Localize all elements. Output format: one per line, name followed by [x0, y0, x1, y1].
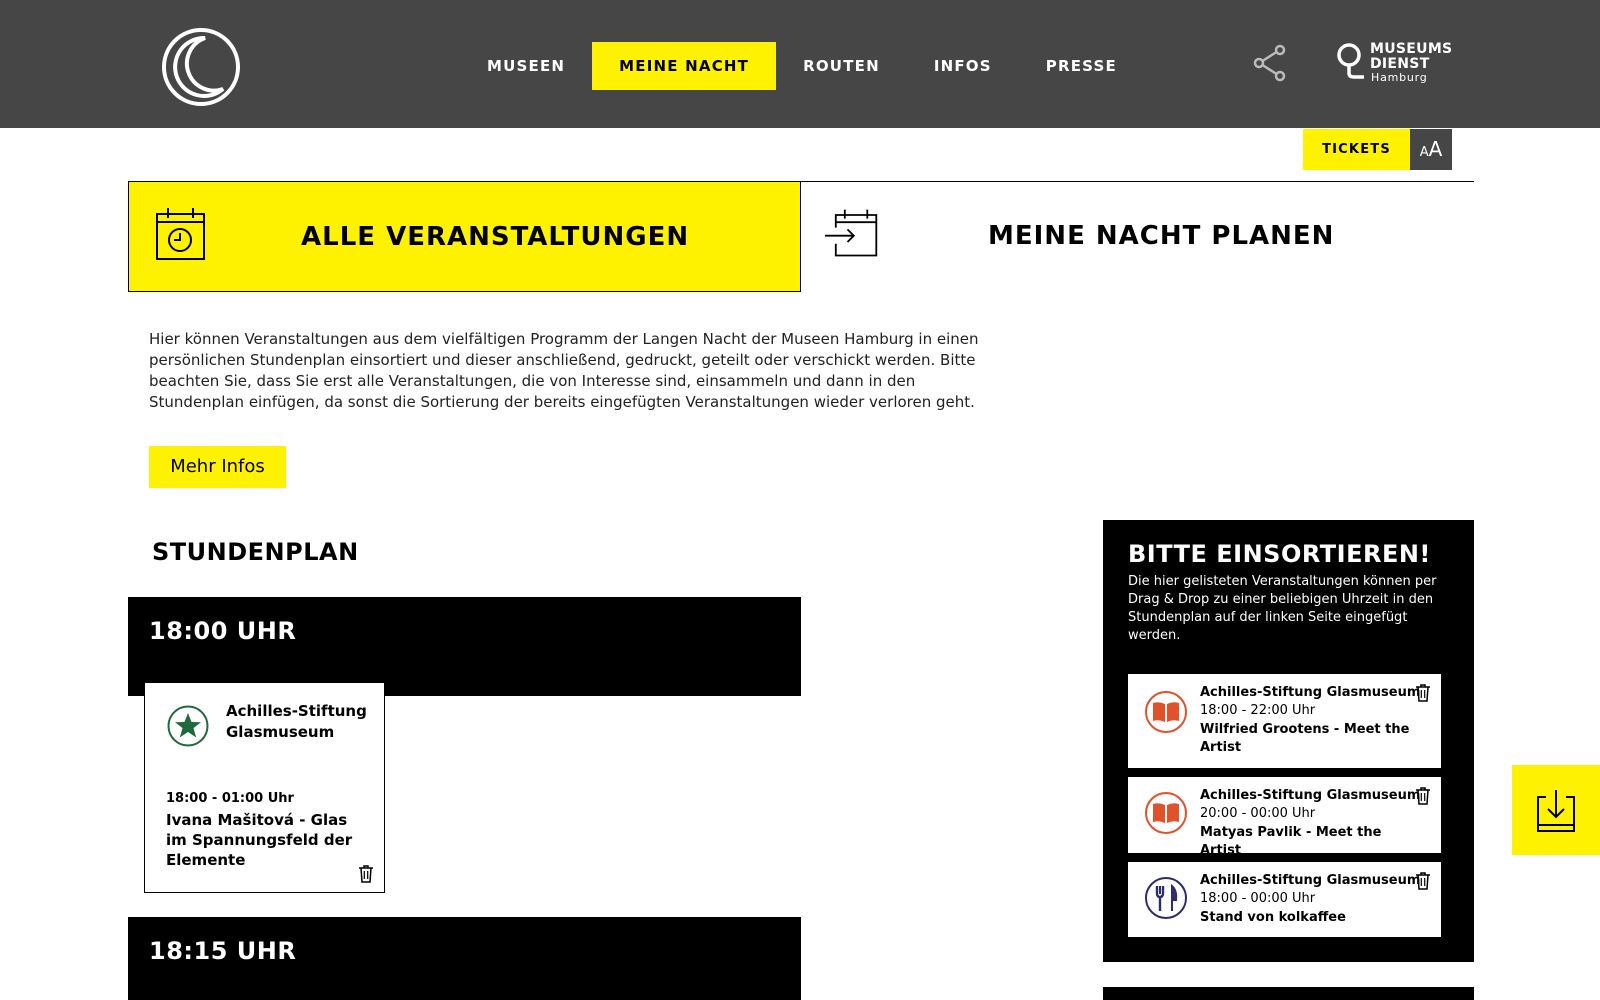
event-name: Stand von kolkaffee — [1200, 910, 1346, 925]
event-name: Ivana Mašitová - Glas im Spannungsfeld d… — [166, 811, 353, 869]
nav-item-meine-nacht[interactable]: MEINE NACHT — [592, 42, 777, 90]
trash-icon[interactable] — [358, 865, 374, 883]
download-button[interactable] — [1512, 765, 1600, 855]
event-name: Matyas Pavlik - Meet the Artist — [1200, 825, 1382, 858]
nav-item-museen[interactable]: MUSEEN — [460, 42, 592, 90]
calendar-arrow-icon — [825, 209, 878, 257]
book-icon — [1145, 691, 1187, 733]
font-size-large-glyph: A — [1428, 137, 1443, 161]
secondary-panel — [1103, 987, 1474, 1000]
font-size-button[interactable]: AA — [1410, 129, 1452, 170]
time-slot-label: 18:00 UHR — [149, 617, 297, 645]
logo-text-museums: MUSEUMS — [1370, 41, 1453, 57]
museumsdienst-logo[interactable]: MUSEUMS DIENST Hamburg — [1336, 40, 1456, 86]
einsortieren-description: Die hier gelisteten Veranstaltungen könn… — [1128, 574, 1437, 643]
event-museum: Achilles-Stiftung Glasmuseum — [226, 702, 367, 741]
mehr-infos-button[interactable]: Mehr Infos — [149, 446, 286, 488]
moon-logo-icon[interactable] — [161, 27, 241, 107]
font-size-small-glyph: A — [1419, 145, 1429, 160]
event-museum: Achilles-Stiftung Glasmuseum — [1200, 685, 1421, 700]
star-icon — [167, 705, 209, 747]
trash-icon[interactable] — [1415, 684, 1431, 702]
trash-icon[interactable] — [1415, 872, 1431, 890]
tab-label-planen: MEINE NACHT PLANEN — [988, 221, 1335, 251]
share-icon[interactable] — [1253, 44, 1287, 82]
event-name: Wilfried Grootens - Meet the Artist — [1200, 722, 1410, 755]
unsorted-event-item[interactable]: Achilles-Stiftung Glasmuseum 18:00 - 00:… — [1128, 862, 1441, 937]
stundenplan-title: STUNDENPLAN — [152, 538, 359, 566]
book-icon — [1145, 792, 1187, 834]
time-slot-label: 18:15 UHR — [149, 937, 297, 965]
calendar-clock-icon — [156, 208, 205, 260]
site-header: MUSEEN MEINE NACHT ROUTEN INFOS PRESSE M… — [0, 0, 1600, 128]
unsorted-event-item[interactable]: Achilles-Stiftung Glasmuseum 20:00 - 00:… — [1128, 777, 1441, 858]
scheduled-event-card[interactable]: Achilles-Stiftung Glasmuseum 18:00 - 01:… — [144, 682, 385, 893]
tab-label-alle: ALLE VERANSTALTUNGEN — [301, 222, 690, 252]
nav-item-presse[interactable]: PRESSE — [1019, 42, 1144, 90]
intro-text: Hier können Veranstaltungen aus dem viel… — [149, 330, 979, 411]
event-time: 18:00 - 22:00 Uhr — [1200, 703, 1316, 718]
download-icon — [1537, 790, 1575, 832]
nav-item-routen[interactable]: ROUTEN — [776, 42, 907, 90]
einsortieren-panel: BITTE EINSORTIEREN! Die hier gelisteten … — [1103, 520, 1474, 962]
main-nav: MUSEEN MEINE NACHT ROUTEN INFOS PRESSE — [460, 42, 1144, 90]
tab-meine-nacht-planen[interactable]: MEINE NACHT PLANEN — [801, 181, 1474, 292]
logo-text-hamburg: Hamburg — [1371, 71, 1428, 84]
tickets-button[interactable]: TICKETS — [1303, 129, 1410, 170]
logo-text-dienst: DIENST — [1370, 56, 1430, 72]
pin-logo-icon — [1337, 43, 1364, 79]
event-museum: Achilles-Stiftung Glasmuseum — [1200, 788, 1421, 803]
trash-icon[interactable] — [1415, 787, 1431, 805]
unsorted-event-item[interactable]: Achilles-Stiftung Glasmuseum 18:00 - 22:… — [1128, 674, 1441, 768]
event-museum: Achilles-Stiftung Glasmuseum — [1200, 873, 1421, 888]
time-slot-1815[interactable]: 18:15 UHR — [128, 917, 801, 1000]
event-time: 20:00 - 00:00 Uhr — [1200, 806, 1316, 821]
event-time: 18:00 - 01:00 Uhr — [166, 791, 294, 806]
event-time: 18:00 - 00:00 Uhr — [1200, 891, 1316, 906]
einsortieren-title: BITTE EINSORTIEREN! — [1128, 540, 1431, 568]
tab-alle-veranstaltungen[interactable]: ALLE VERANSTALTUNGEN — [128, 181, 801, 292]
fork-knife-icon — [1145, 877, 1187, 919]
nav-item-infos[interactable]: INFOS — [907, 42, 1019, 90]
